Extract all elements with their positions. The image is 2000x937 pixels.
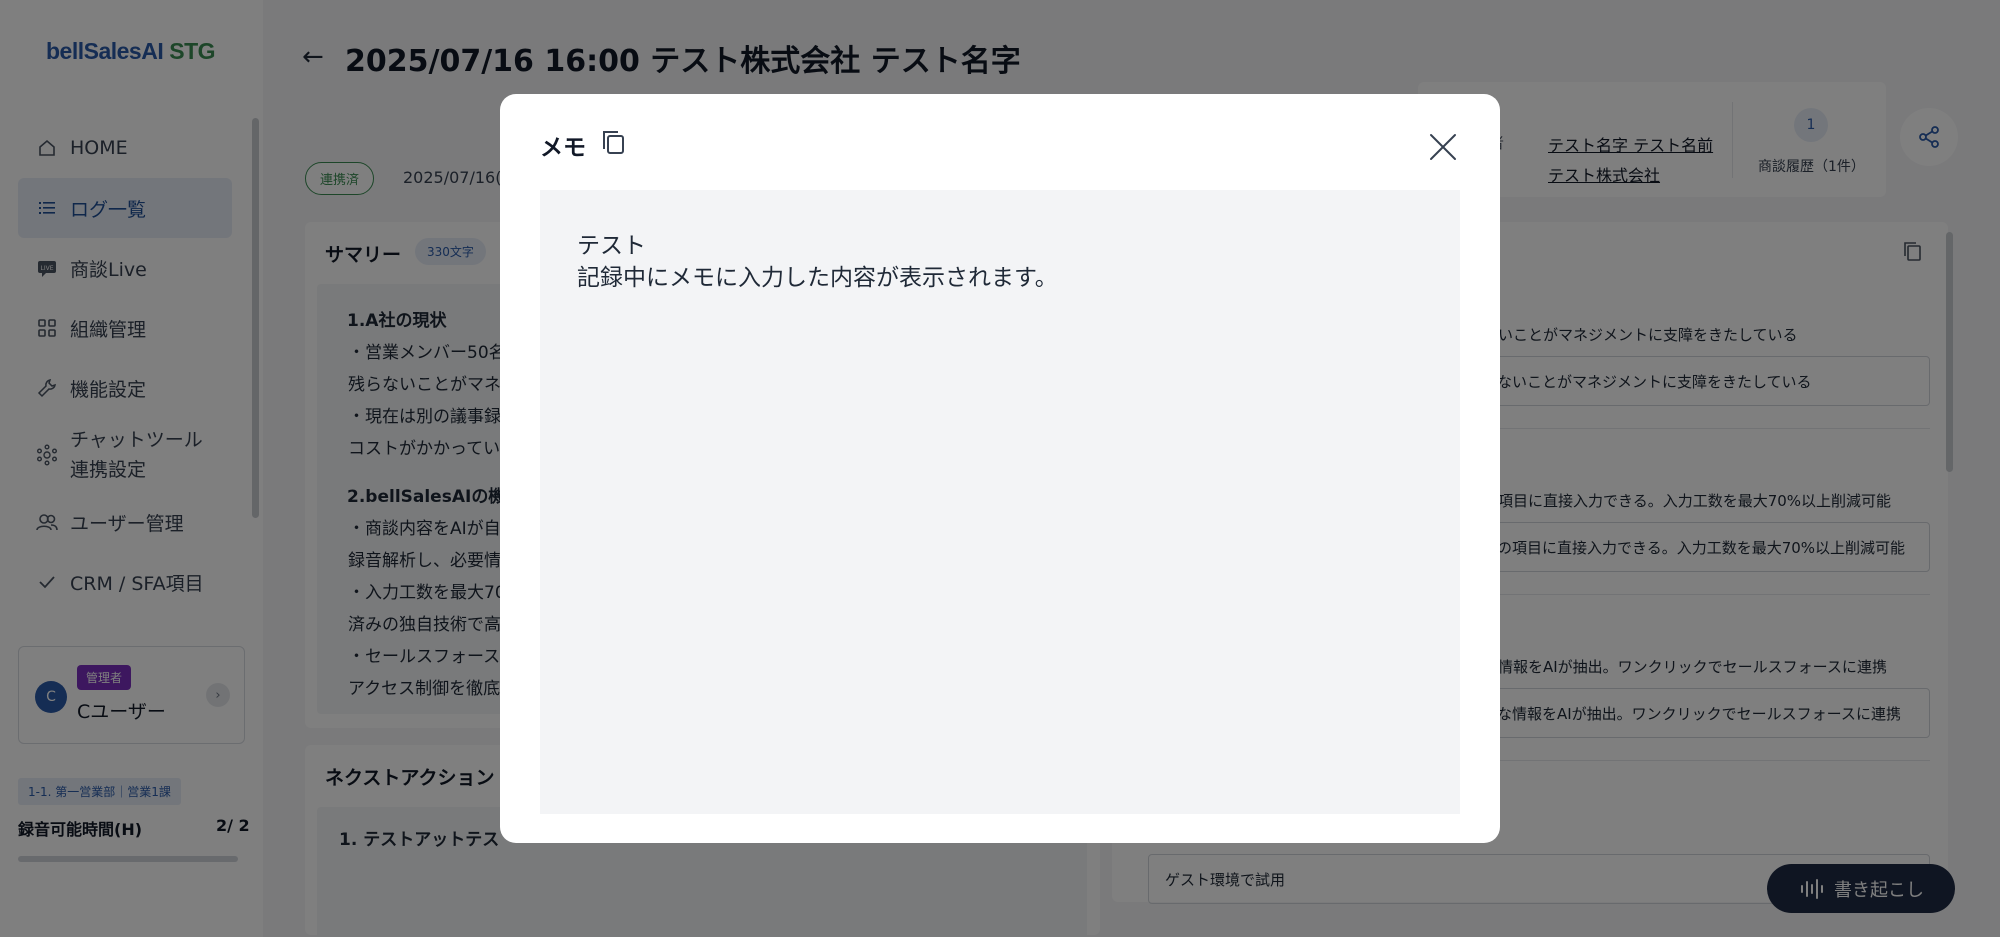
memo-content: テスト 記録中にメモに入力した内容が表示されます。: [540, 190, 1460, 814]
memo-modal: メモ テスト 記録中にメモに入力した内容が表示されます。: [500, 94, 1500, 843]
copy-icon[interactable]: [600, 128, 626, 156]
memo-line: 記録中にメモに入力した内容が表示されます。: [577, 265, 1058, 291]
close-icon[interactable]: [1428, 132, 1458, 162]
modal-title: メモ: [540, 135, 586, 161]
memo-line: テスト: [577, 233, 646, 259]
